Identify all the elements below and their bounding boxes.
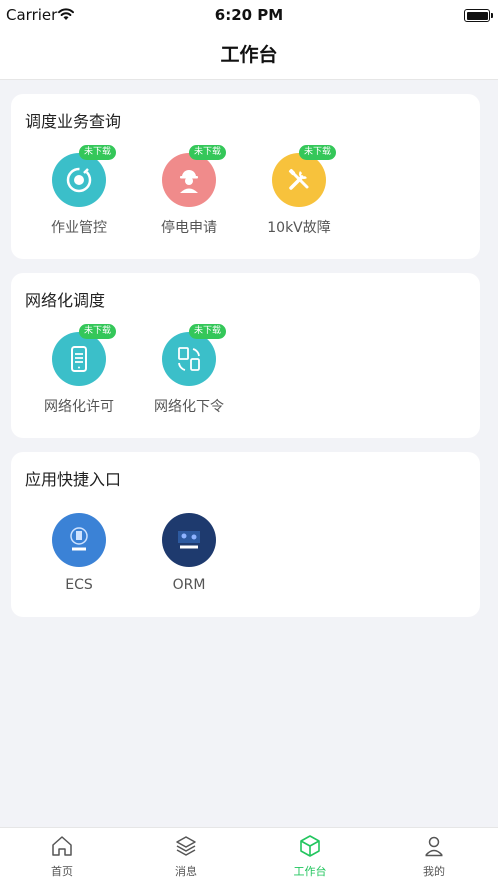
layers-icon: [176, 836, 196, 856]
tab-workbench[interactable]: 工作台: [248, 834, 372, 879]
section-dispatch-query: 调度业务查询 未下载 作业管控 未下载 停电申请 未下载 10kV故障: [11, 94, 480, 259]
section-title: 网络化调度: [25, 291, 106, 310]
not-downloaded-badge: 未下载: [189, 145, 227, 160]
section-title: 应用快捷入口: [25, 470, 122, 489]
tab-label: 首页: [51, 865, 73, 878]
tab-label: 我的: [423, 865, 445, 878]
battery-icon: [464, 9, 493, 22]
app-outage-request[interactable]: 未下载 停电申请: [134, 145, 244, 237]
section-quick-entry: 应用快捷入口 ECS ORM: [11, 452, 480, 617]
tab-messages[interactable]: 消息: [124, 834, 248, 879]
tools-icon: 未下载: [272, 145, 337, 207]
app-10kv-fault[interactable]: 未下载 10kV故障: [244, 145, 354, 237]
document-transfer-icon: 未下载: [162, 324, 227, 386]
ecs-logo-icon: [52, 513, 106, 567]
tab-bar: 首页 消息 工作台 我的: [0, 827, 498, 889]
app-network-permit[interactable]: 未下载 网络化许可: [24, 324, 134, 416]
home-icon: [52, 836, 72, 856]
app-ecs[interactable]: ECS: [24, 513, 134, 593]
app-network-order[interactable]: 未下载 网络化下令: [134, 324, 244, 416]
phone-checklist-icon: 未下载: [52, 324, 117, 386]
app-label: 网络化下令: [154, 399, 224, 415]
section-network-dispatch: 网络化调度 未下载 网络化许可 未下载 网络化下令: [11, 273, 480, 438]
page-title: 工作台: [220, 44, 278, 66]
cube-icon: [300, 835, 320, 857]
app-label: 网络化许可: [44, 399, 114, 415]
app-job-control[interactable]: 未下载 作业管控: [24, 145, 134, 237]
orm-logo-icon: [162, 513, 216, 567]
app-label: ECS: [65, 577, 93, 593]
not-downloaded-badge: 未下载: [79, 324, 117, 339]
not-downloaded-badge: 未下载: [299, 145, 337, 160]
section-title: 调度业务查询: [25, 112, 122, 131]
clock: 6:20 PM: [214, 6, 284, 24]
app-orm[interactable]: ORM: [134, 513, 244, 593]
tab-label: 消息: [175, 865, 197, 878]
wrench-gear-icon: 未下载: [52, 145, 117, 207]
not-downloaded-badge: 未下载: [79, 145, 117, 160]
app-label: ORM: [172, 577, 206, 593]
navigation-bar: 工作台: [0, 32, 498, 80]
worker-icon: 未下载: [162, 145, 227, 207]
not-downloaded-badge: 未下载: [189, 324, 227, 339]
tab-home[interactable]: 首页: [0, 834, 124, 879]
app-label: 10kV故障: [267, 220, 331, 236]
tab-profile[interactable]: 我的: [372, 834, 496, 879]
status-bar: Carrier 6:20 PM: [0, 0, 498, 32]
app-label: 作业管控: [51, 220, 107, 236]
app-label: 停电申请: [161, 220, 217, 236]
tab-label: 工作台: [293, 865, 327, 878]
user-icon: [425, 836, 443, 857]
